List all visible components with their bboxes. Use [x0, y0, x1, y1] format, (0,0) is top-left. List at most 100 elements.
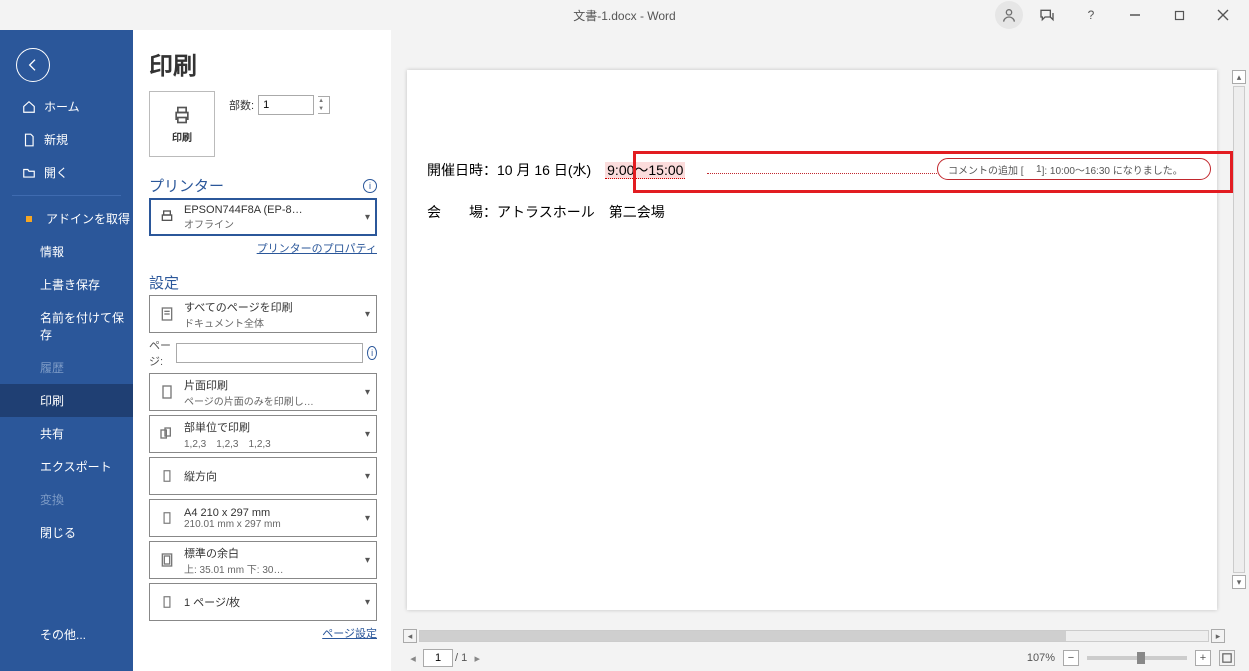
scroll-thumb[interactable]: [420, 631, 1066, 641]
sidebar-item-saveas[interactable]: 名前を付けて保存: [0, 301, 133, 351]
zoom-thumb[interactable]: [1137, 652, 1145, 664]
chevron-down-icon: ▾: [365, 555, 370, 566]
panel-heading: 印刷: [149, 46, 377, 81]
doc-time-highlight: 9:00～15:00: [605, 162, 685, 179]
help-icon[interactable]: ?: [1071, 2, 1111, 28]
copies-spinner[interactable]: ▲▼: [318, 96, 330, 114]
coming-soon-icon[interactable]: [1027, 2, 1067, 28]
sidebar-label: ホーム: [44, 98, 80, 115]
doc-venue-line: 会 場：アトラスホール 第二会場: [427, 202, 1197, 222]
print-tile-label: 印刷: [172, 129, 192, 144]
sidebar-item-open[interactable]: 開く: [0, 156, 133, 189]
collate-combo[interactable]: 部単位で印刷1,2,3 1,2,3 1,2,3 ▾: [149, 415, 377, 453]
orientation-combo[interactable]: 縦方向 ▾: [149, 457, 377, 495]
pages-input[interactable]: [176, 343, 363, 363]
backstage-sidebar: ホーム 新規 開く アドインを取得 情報 上書き保存 名前を付けて保存 履歴 印…: [0, 30, 133, 671]
print-preview-area: 開催日時：10 月 16 日(水) 9:00～15:00 会 場：アトラスホール…: [391, 30, 1249, 671]
sidebar-item-getaddins[interactable]: アドインを取得: [0, 202, 133, 235]
preview-status-bar: ◂ / 1 ▸ 107% − +: [391, 645, 1249, 671]
scroll-left-button[interactable]: ◂: [403, 629, 417, 643]
sidebar-label: 変換: [40, 491, 64, 508]
printer-properties-link[interactable]: プリンターのプロパティ: [149, 240, 377, 256]
pages-icon: [156, 303, 178, 325]
scroll-track[interactable]: [419, 630, 1209, 642]
sidebar-item-close[interactable]: 閉じる: [0, 516, 133, 549]
doc-date-label: 開催日時：10 月 16 日(水): [427, 162, 591, 178]
horizontal-scrollbar[interactable]: ◂ ▸: [403, 629, 1225, 643]
sidebar-item-other[interactable]: その他...: [0, 618, 133, 651]
prev-page-button[interactable]: ◂: [405, 650, 421, 666]
printer-name: EPSON744F8A (EP-8…: [184, 204, 365, 216]
comment-balloon[interactable]: コメントの追加 [ 1 ]: 10:00～16:30 になりました。: [937, 158, 1211, 180]
next-page-button[interactable]: ▸: [469, 650, 485, 666]
sidebar-item-print[interactable]: 印刷: [0, 384, 133, 417]
close-window-button[interactable]: [1203, 2, 1243, 28]
printer-icon: [156, 206, 178, 228]
scroll-right-button[interactable]: ▸: [1211, 629, 1225, 643]
chevron-down-icon: ▾: [365, 513, 370, 524]
sidebar-label: 閉じる: [40, 524, 76, 541]
print-panel: 印刷 印刷 部数: ▲▼ プリンターi EPSON744F8A (EP-8…オフ…: [133, 30, 391, 671]
sidebar-label: 情報: [40, 243, 64, 260]
scroll-down-button[interactable]: ▾: [1232, 575, 1246, 589]
chevron-down-icon: ▾: [365, 212, 370, 223]
sidebar-label: アドインを取得: [46, 210, 130, 227]
sidebar-label: 共有: [40, 425, 64, 442]
info-icon[interactable]: i: [367, 346, 377, 360]
sidebar-label: 新規: [44, 131, 68, 148]
printer-status: オフライン: [184, 216, 365, 231]
vertical-scrollbar[interactable]: ▴ ▾: [1231, 70, 1247, 589]
paper-size-combo[interactable]: A4 210 x 297 mm210.01 mm x 297 mm ▾: [149, 499, 377, 537]
zoom-slider[interactable]: [1087, 656, 1187, 660]
print-range-combo[interactable]: すべてのページを印刷ドキュメント全体 ▾: [149, 295, 377, 333]
copies-label: 部数:: [229, 97, 254, 113]
margins-combo[interactable]: 標準の余白上: 35.01 mm 下: 30… ▾: [149, 541, 377, 579]
oneside-icon: [156, 381, 178, 403]
sidebar-item-share[interactable]: 共有: [0, 417, 133, 450]
collate-icon: [156, 423, 178, 445]
sidebar-item-info[interactable]: 情報: [0, 235, 133, 268]
chevron-down-icon: ▾: [365, 309, 370, 320]
onepage-icon: [156, 591, 178, 613]
printer-combo[interactable]: EPSON744F8A (EP-8…オフライン ▾: [149, 198, 377, 236]
scroll-up-button[interactable]: ▴: [1232, 70, 1246, 84]
page-number-input[interactable]: [423, 649, 453, 667]
account-icon[interactable]: [995, 1, 1023, 29]
page-total: / 1: [455, 652, 467, 664]
back-button[interactable]: [16, 48, 50, 82]
settings-section-title: 設定: [149, 272, 377, 293]
scroll-track[interactable]: [1233, 86, 1245, 573]
print-button[interactable]: 印刷: [149, 91, 215, 157]
sidebar-label: エクスポート: [40, 458, 112, 475]
title-bar: 文書-1.docx - Word ?: [0, 0, 1249, 30]
page-setup-link[interactable]: ページ設定: [149, 625, 377, 641]
printer-section-title: プリンターi: [149, 175, 377, 196]
maximize-button[interactable]: [1159, 2, 1199, 28]
comment-number: 1: [1024, 164, 1042, 175]
sidebar-item-save[interactable]: 上書き保存: [0, 268, 133, 301]
sidebar-label: 印刷: [40, 392, 64, 409]
comment-prefix: コメントの追加 [: [948, 162, 1024, 177]
zoom-out-button[interactable]: −: [1063, 650, 1079, 666]
sidebar-item-transform: 変換: [0, 483, 133, 516]
sidebar-item-home[interactable]: ホーム: [0, 90, 133, 123]
minimize-button[interactable]: [1115, 2, 1155, 28]
info-icon[interactable]: i: [363, 179, 377, 193]
chevron-down-icon: ▾: [365, 471, 370, 482]
fit-to-window-button[interactable]: [1219, 650, 1235, 666]
copies-input[interactable]: [258, 95, 314, 115]
chevron-down-icon: ▾: [365, 597, 370, 608]
chevron-down-icon: ▾: [365, 429, 370, 440]
comment-text: ]: 10:00～16:30 になりました。: [1042, 162, 1183, 177]
sides-combo[interactable]: 片面印刷ページの片面のみを印刷し… ▾: [149, 373, 377, 411]
comment-connector-line: [707, 173, 937, 174]
sidebar-item-new[interactable]: 新規: [0, 123, 133, 156]
sidebar-label: その他...: [40, 626, 86, 643]
paper-icon: [156, 507, 178, 529]
zoom-level: 107%: [1027, 652, 1055, 664]
zoom-in-button[interactable]: +: [1195, 650, 1211, 666]
sidebar-item-export[interactable]: エクスポート: [0, 450, 133, 483]
margin-icon: [156, 549, 178, 571]
window-title: 文書-1.docx - Word: [573, 7, 675, 24]
pages-per-sheet-combo[interactable]: 1 ページ/枚 ▾: [149, 583, 377, 621]
